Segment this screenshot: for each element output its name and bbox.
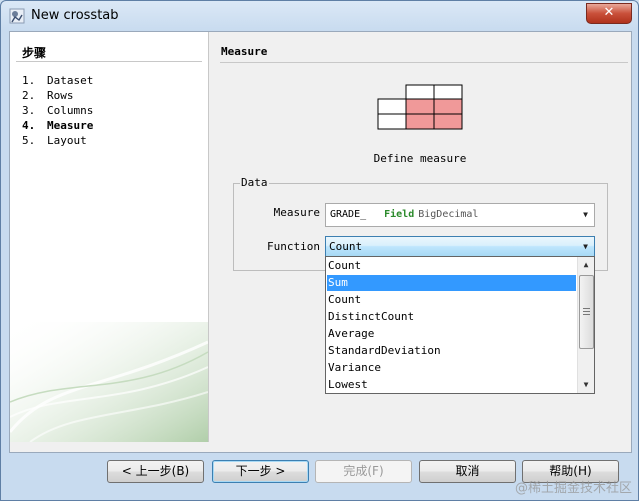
grip-line (583, 314, 590, 315)
dropdown-option[interactable]: DistinctCount (327, 309, 576, 325)
function-value: Count (329, 240, 363, 253)
group-label: Data (240, 176, 269, 189)
crosstab-measure-illustration (377, 84, 463, 130)
step-number: 2. (22, 89, 36, 102)
step-measure[interactable]: 4. Measure (22, 119, 93, 132)
scroll-down-icon[interactable]: ▼ (578, 377, 594, 393)
dropdown-option[interactable]: Count (327, 292, 576, 308)
step-number: 5. (22, 134, 36, 147)
measure-label: Measure (273, 206, 320, 219)
scrollbar-thumb[interactable] (579, 275, 594, 349)
dropdown-option[interactable]: Lowest (327, 377, 576, 393)
step-dataset[interactable]: 1. Dataset (22, 74, 93, 87)
function-select[interactable]: Count ▼ (325, 236, 595, 257)
page-title: Measure (221, 45, 268, 58)
measure-field-type: BigDecimal (418, 209, 479, 220)
app-icon (9, 8, 25, 24)
dropdown-option[interactable]: StandardDeviation (327, 343, 576, 359)
chevron-down-icon[interactable]: ▼ (577, 237, 594, 256)
scroll-up-icon[interactable]: ▲ (578, 257, 594, 273)
measure-page: Measure Define measure Data Measure GRAD… (220, 32, 630, 442)
step-rows[interactable]: 2. Rows (22, 89, 74, 102)
step-label: Dataset (47, 74, 94, 87)
function-label: Function (267, 240, 320, 253)
title-divider (220, 62, 628, 63)
steps-divider (16, 61, 202, 62)
function-dropdown-list: Count Sum Count DistinctCount Average St… (325, 256, 595, 394)
measure-value: GRADE_ Field BigDecimal (330, 209, 478, 220)
watermark: @稀土掘金技术社区 (514, 481, 632, 496)
step-number: 3. (22, 104, 36, 117)
steps-panel: 步骤 1. Dataset 2. Rows 3. Columns 4. Measure … (10, 32, 209, 442)
close-button[interactable]: ✕ (586, 3, 632, 24)
step-label: Layout (47, 134, 87, 147)
finish-button[interactable]: 完成(F) (315, 460, 412, 483)
step-number: 1. (22, 74, 36, 87)
title-bar[interactable]: New crosstab ✕ (1, 1, 638, 31)
dropdown-option[interactable]: Average (327, 326, 576, 342)
measure-select[interactable]: GRADE_ Field BigDecimal ▼ (325, 203, 595, 227)
measure-field-name: GRADE_ (330, 209, 367, 220)
step-label: Columns (47, 104, 94, 117)
dropdown-option-selected[interactable]: Sum (327, 275, 576, 291)
dropdown-option[interactable]: Variance (327, 360, 576, 376)
step-columns[interactable]: 3. Columns (22, 104, 93, 117)
illustration-caption: Define measure (373, 152, 467, 165)
decorative-swirl-image (10, 322, 208, 442)
step-label: Rows (47, 89, 74, 102)
dropdown-scrollbar[interactable]: ▲ ▼ (577, 257, 594, 393)
back-button[interactable]: < 上一步(B) (107, 460, 204, 483)
step-label: Measure (47, 119, 94, 132)
step-layout[interactable]: 5. Layout (22, 134, 87, 147)
next-button[interactable]: 下一步 > (212, 460, 309, 483)
steps-title: 步骤 (22, 46, 47, 60)
new-crosstab-dialog: New crosstab ✕ 步骤 1. Dataset 2. Rows 3. Col… (0, 0, 639, 501)
grip-line (583, 308, 590, 309)
cancel-button[interactable]: 取消 (419, 460, 516, 483)
grip-line (583, 311, 590, 312)
measure-field-kind: Field (384, 209, 415, 220)
chevron-down-icon[interactable]: ▼ (577, 204, 594, 226)
dropdown-option[interactable]: Count (327, 258, 576, 274)
step-number: 4. (22, 119, 36, 132)
dialog-body: 步骤 1. Dataset 2. Rows 3. Columns 4. Measure … (9, 31, 632, 453)
window-title: New crosstab (31, 8, 119, 23)
